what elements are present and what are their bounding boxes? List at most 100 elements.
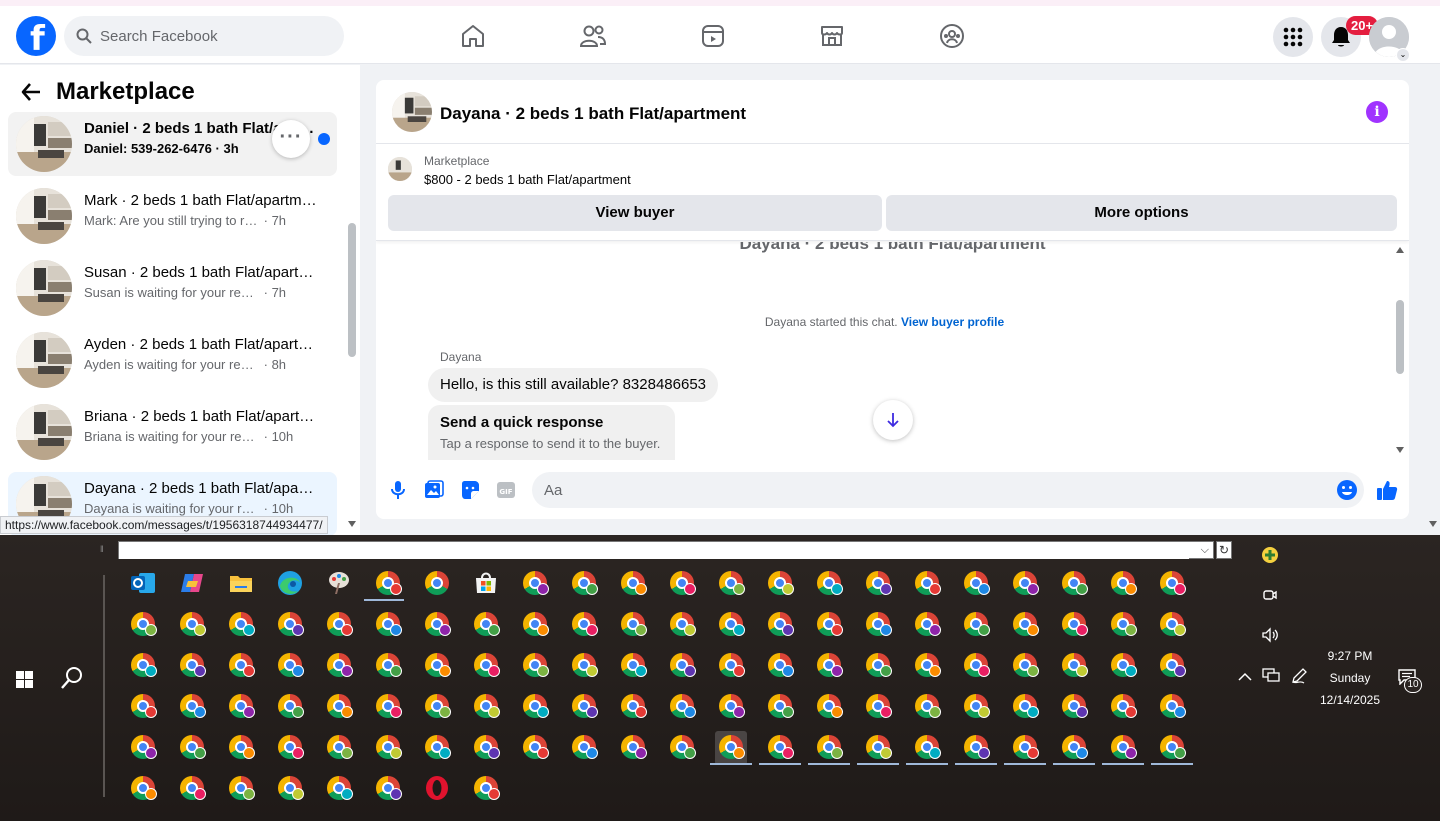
chrome-profile-icon[interactable] <box>274 731 306 765</box>
chrome-profile-icon[interactable] <box>127 649 159 683</box>
chrome-profile-icon[interactable] <box>1151 731 1193 765</box>
chrome-profile-icon[interactable] <box>862 567 894 601</box>
chrome-profile-icon[interactable] <box>274 690 306 724</box>
chrome-profile-icon[interactable] <box>1156 608 1188 642</box>
meet-now-icon[interactable] <box>1262 587 1278 606</box>
chrome-profile-icon[interactable] <box>519 690 551 724</box>
scrollbar-thumb[interactable] <box>348 223 356 357</box>
chrome-profile-icon[interactable] <box>372 608 404 642</box>
chrome-profile-icon[interactable] <box>519 649 551 683</box>
chat-title[interactable]: Dayana · 2 beds 1 bath Flat/apartment <box>440 104 746 124</box>
chrome-profile-icon[interactable] <box>911 649 943 683</box>
volume-icon[interactable] <box>1261 627 1279 646</box>
chrome-profile-icon[interactable] <box>1058 608 1090 642</box>
search-box[interactable] <box>64 16 344 56</box>
chrome-profile-icon[interactable] <box>813 567 845 601</box>
chrome-profile-icon[interactable] <box>1107 649 1139 683</box>
chrome-profile-icon[interactable] <box>911 690 943 724</box>
chrome-profile-icon[interactable] <box>1004 731 1046 765</box>
chrome-profile-icon[interactable] <box>764 649 796 683</box>
voice-clip-button[interactable] <box>386 478 410 502</box>
scroll-to-bottom-button[interactable] <box>873 400 913 440</box>
chrome-profile-icon[interactable] <box>862 649 894 683</box>
windows-start-icon[interactable] <box>16 671 33 688</box>
chrome-profile-icon[interactable] <box>274 772 306 806</box>
chrome-profile-icon[interactable] <box>470 772 502 806</box>
chrome-profile-icon[interactable] <box>470 731 502 765</box>
listing-thumbnail[interactable] <box>392 92 432 132</box>
view-buyer-profile-link[interactable]: View buyer profile <box>901 315 1004 329</box>
chrome-profile-icon[interactable] <box>470 608 502 642</box>
chrome-profile-icon[interactable] <box>127 772 159 806</box>
more-options-button[interactable]: More options <box>886 195 1397 231</box>
chrome-profile-icon[interactable] <box>176 690 208 724</box>
chrome-profile-icon[interactable] <box>127 690 159 724</box>
chrome-profile-icon[interactable] <box>1058 567 1090 601</box>
chrome-profile-icon[interactable] <box>323 731 355 765</box>
conversation-item[interactable]: Briana · 2 beds 1 bath Flat/apartment Br… <box>8 400 337 464</box>
chrome-profile-icon[interactable] <box>470 690 502 724</box>
chrome-profile-icon[interactable] <box>568 567 600 601</box>
chrome-profile-icon[interactable] <box>759 731 801 765</box>
chrome-profile-icon[interactable] <box>372 772 404 806</box>
chrome-profile-icon[interactable] <box>323 772 355 806</box>
chrome-profile-icon[interactable] <box>715 649 747 683</box>
chrome-profile-icon[interactable] <box>764 567 796 601</box>
chrome-profile-icon[interactable] <box>274 608 306 642</box>
opera-icon[interactable] <box>421 772 453 806</box>
inbox-scrollbar[interactable] <box>346 65 358 535</box>
send-like-button[interactable] <box>1375 478 1399 502</box>
chrome-profile-icon[interactable] <box>421 608 453 642</box>
chrome-profile-icon[interactable] <box>372 690 404 724</box>
chrome-profile-icon[interactable] <box>666 731 698 765</box>
scrollbar-thumb[interactable] <box>1396 300 1404 374</box>
chrome-profile-icon[interactable] <box>617 649 649 683</box>
toolbar-grip[interactable]: ‖ <box>100 544 104 554</box>
message-input-box[interactable] <box>532 472 1364 508</box>
nav-marketplace[interactable] <box>777 14 887 58</box>
chrome-profile-icon[interactable] <box>715 567 747 601</box>
chrome-profile-icon[interactable] <box>666 690 698 724</box>
chrome-profile-icon[interactable] <box>715 690 747 724</box>
chrome-profile-icon[interactable] <box>568 649 600 683</box>
gif-button[interactable]: GIF <box>494 478 518 502</box>
address-toolbar[interactable]: ⌵ <box>118 541 1214 559</box>
quick-response-card[interactable]: Send a quick response Tap a response to … <box>428 405 675 460</box>
chevron-down-icon[interactable]: ⌵ <box>1201 542 1209 558</box>
chrome-profile-icon[interactable] <box>225 731 257 765</box>
view-buyer-button[interactable]: View buyer <box>388 195 882 231</box>
chrome-profile-icon[interactable] <box>808 731 850 765</box>
address-input[interactable] <box>119 543 1189 559</box>
chrome-profile-icon[interactable] <box>960 567 992 601</box>
chrome-profile-icon[interactable] <box>857 731 899 765</box>
chrome-profile-icon[interactable] <box>666 567 698 601</box>
chrome-profile-icon[interactable] <box>1102 731 1144 765</box>
chrome-profile-icon[interactable] <box>1009 567 1041 601</box>
chevron-up-icon[interactable] <box>1238 669 1252 685</box>
chrome-profile-icon[interactable] <box>274 649 306 683</box>
chrome-profile-icon[interactable] <box>1058 690 1090 724</box>
chrome-profile-icon[interactable] <box>960 649 992 683</box>
chrome-profile-icon[interactable] <box>421 567 453 601</box>
chrome-profile-icon[interactable] <box>364 567 404 601</box>
chrome-profile-icon[interactable] <box>176 649 208 683</box>
tray-app-icon[interactable] <box>1261 546 1279 567</box>
conversation-item[interactable]: Daniel · 2 beds 1 bath Flat/apartment Da… <box>8 112 337 176</box>
chrome-profile-icon[interactable] <box>323 608 355 642</box>
chrome-profile-icon[interactable] <box>176 731 208 765</box>
chrome-profile-icon[interactable] <box>911 608 943 642</box>
conversation-options-button[interactable]: ··· <box>272 120 310 158</box>
chrome-profile-icon[interactable] <box>470 649 502 683</box>
chrome-profile-icon[interactable] <box>955 731 997 765</box>
info-icon[interactable]: i <box>1366 101 1388 123</box>
chrome-profile-icon[interactable] <box>421 649 453 683</box>
chrome-profile-icon[interactable] <box>617 690 649 724</box>
menu-button[interactable] <box>1273 17 1313 57</box>
chrome-profile-icon[interactable] <box>127 731 159 765</box>
chrome-profile-icon[interactable] <box>1009 649 1041 683</box>
chrome-profile-icon[interactable] <box>764 690 796 724</box>
chrome-profile-icon[interactable] <box>666 608 698 642</box>
chrome-profile-icon[interactable] <box>225 772 257 806</box>
scroll-down-arrow-icon[interactable] <box>1396 447 1404 453</box>
copilot-icon[interactable] <box>176 567 208 601</box>
